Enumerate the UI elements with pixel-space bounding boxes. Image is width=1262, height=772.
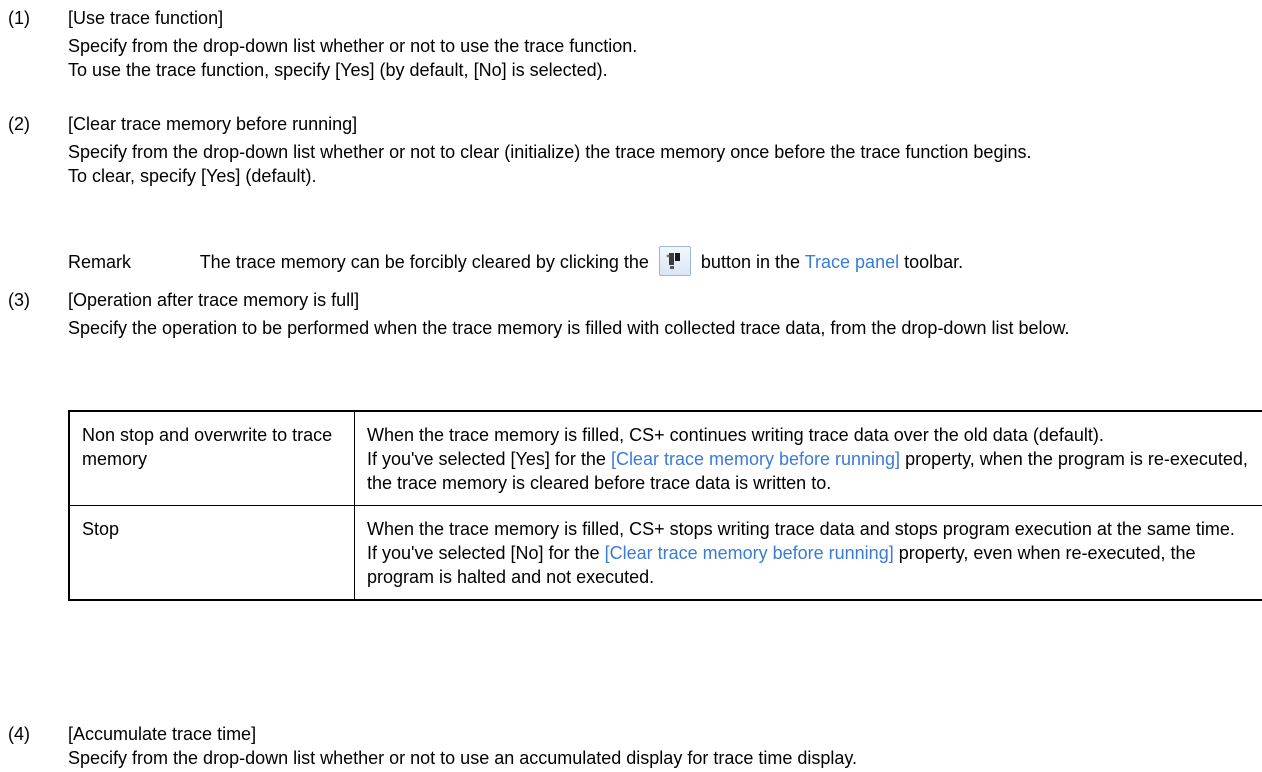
option-name: Stop [68,505,355,601]
description-line: To clear, specify [Yes] (default). [68,166,317,186]
item-heading: [Accumulate trace time] [68,724,257,744]
option-description: When the trace memory is filled, CS+ sto… [354,505,1262,601]
table-row: Stop When the trace memory is filled, CS… [68,505,1262,601]
item-number: (1) [8,8,30,28]
remark-text: toolbar. [904,251,964,272]
item-description: Specify from the drop-down list whether … [68,140,1254,188]
item-number: (2) [8,114,30,134]
description-line: Specify from the drop-down list whether … [68,748,858,768]
option-description-line: When the trace memory is filled, CS+ sto… [367,519,1235,539]
option-name: Non stop and overwrite to trace memory [68,410,355,506]
item-description: Specify from the drop-down list whether … [68,34,1254,82]
remark-label: Remark [68,251,132,272]
table-row: Non stop and overwrite to trace memory W… [68,410,1262,506]
option-description-line: If you've selected [No] for the [Clear t… [367,543,1196,587]
trace-panel-link[interactable]: Trace panel [805,252,899,272]
remark-text: The trace memory can be forcibly cleared… [199,251,649,272]
remark: Remark The trace memory can be forcibly … [68,246,964,278]
clear-trace-memory-link[interactable]: [Clear trace memory before running] [605,543,894,563]
clear-trace-icon [658,246,691,276]
item-description: Specify the operation to be performed wh… [68,316,1248,340]
item-heading: [Operation after trace memory is full] [68,290,360,310]
description-line: Specify from the drop-down list whether … [68,142,1032,162]
remark-text: button in the [700,251,801,272]
operation-options-table: Non stop and overwrite to trace memory W… [68,410,1262,601]
option-description-line: When the trace memory is filled, CS+ con… [367,425,1104,445]
item-heading: [Use trace function] [68,8,224,28]
option-description-line: If you've selected [Yes] for the [Clear … [367,449,1248,493]
item-number: (4) [8,724,30,744]
description-line: Specify the operation to be performed wh… [68,318,1070,338]
item-description: Specify from the drop-down list whether … [68,746,1254,770]
description-line: To use the trace function, specify [Yes]… [68,60,608,80]
description-line: Specify from the drop-down list whether … [68,36,638,56]
item-heading: [Clear trace memory before running] [68,114,358,134]
option-description: When the trace memory is filled, CS+ con… [354,410,1262,506]
item-number: (3) [8,290,30,310]
clear-trace-memory-link[interactable]: [Clear trace memory before running] [611,449,900,469]
